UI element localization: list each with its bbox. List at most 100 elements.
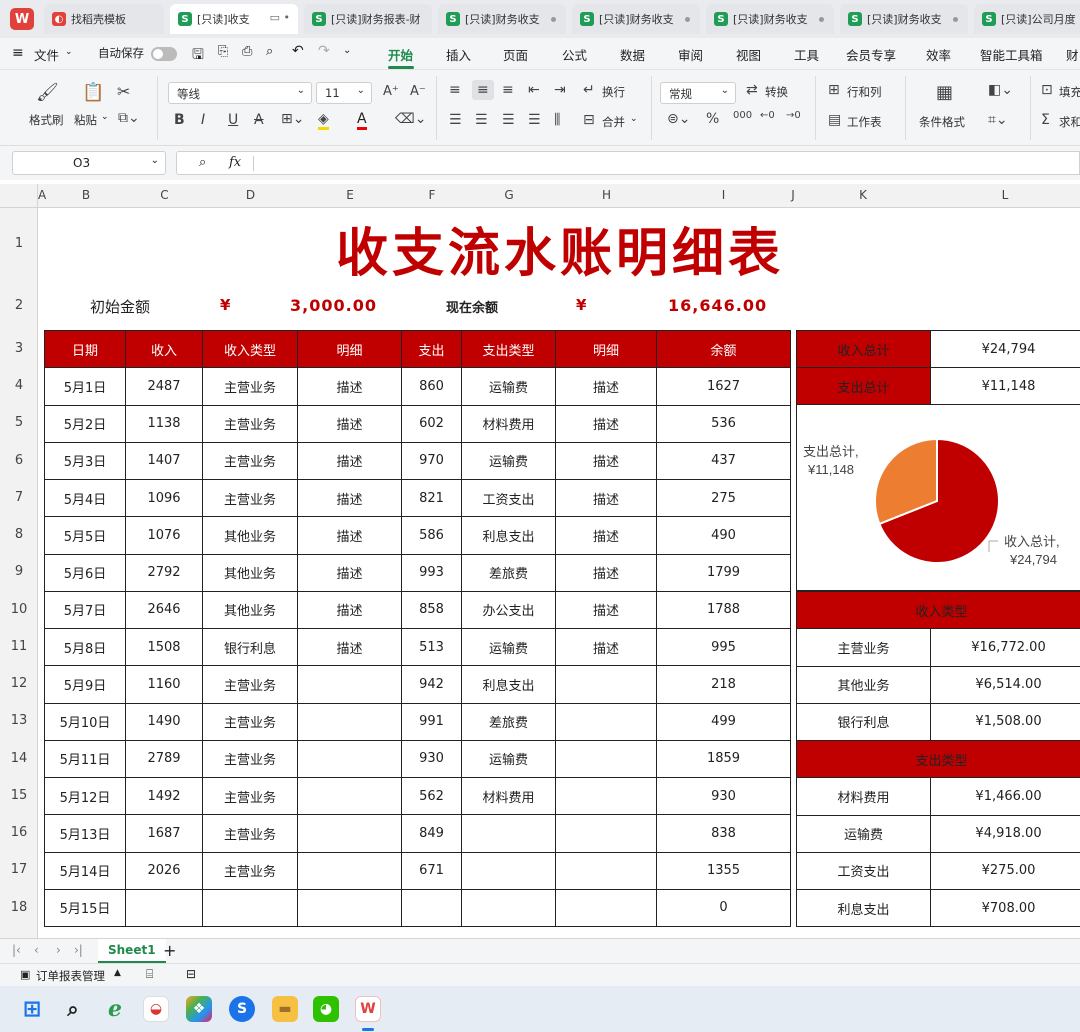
table-cell[interactable] [461, 888, 556, 928]
row-header[interactable]: 16 [0, 825, 38, 840]
autosave-toggle[interactable] [151, 47, 177, 61]
font-shrink-icon[interactable]: A⁻ [410, 84, 426, 99]
column-title[interactable]: 支出 [401, 329, 462, 369]
expense-type-amount[interactable]: ¥4,918.00 [929, 814, 1080, 853]
name-box[interactable]: O3 ⌄ [12, 151, 166, 175]
table-cell[interactable]: 5月4日 [44, 478, 126, 518]
table-cell[interactable]: 860 [401, 367, 462, 406]
table-cell[interactable]: 1508 [125, 627, 203, 667]
income-type-amount[interactable]: ¥6,514.00 [929, 665, 1080, 704]
underline-icon[interactable]: U [228, 112, 238, 128]
strikethrough-icon[interactable]: A [254, 112, 264, 128]
pie-chart-area[interactable]: 支出总计, ¥11,148 收入总计, ¥24,794 [796, 404, 1080, 591]
table-cell[interactable]: 材料费用 [461, 776, 556, 816]
table-cell[interactable]: 主营业务 [202, 404, 298, 443]
next-sheet-icon[interactable]: › [56, 943, 61, 957]
column-header[interactable]: I [657, 188, 790, 202]
print-preview-icon[interactable]: ⌕ [266, 44, 273, 59]
row-col-icon[interactable]: ⊞ [828, 82, 840, 98]
table-cell[interactable]: 描述 [297, 553, 402, 592]
table-cell[interactable]: 1407 [125, 441, 203, 481]
copy-icon[interactable]: ⧉⌄ [118, 110, 140, 126]
format-painter-icon[interactable]: 🖌 [36, 82, 59, 103]
table-cell[interactable]: 描述 [297, 478, 402, 518]
table-cell[interactable] [555, 888, 657, 928]
fill-color-icon[interactable]: ◈ [318, 111, 329, 130]
table-cell[interactable]: 其他业务 [202, 590, 298, 630]
table-cell[interactable] [555, 665, 657, 704]
table-cell[interactable]: 5月11日 [44, 739, 126, 779]
increase-decimal-icon[interactable]: ←0 [760, 110, 775, 121]
bold-icon[interactable]: B [174, 112, 185, 128]
column-title[interactable]: 支出类型 [461, 329, 556, 369]
table-cell[interactable]: 描述 [297, 441, 402, 481]
merge-icon[interactable]: ⊟ [583, 112, 595, 128]
indent-decrease-icon[interactable]: ⇤ [528, 82, 540, 98]
table-cell[interactable] [297, 814, 402, 853]
table-cell[interactable] [555, 739, 657, 779]
cell-border-icon[interactable]: ⌗⌄ [988, 112, 1008, 128]
column-header[interactable]: G [462, 188, 556, 202]
prev-sheet-icon[interactable]: ‹ [34, 943, 39, 957]
column-header[interactable]: A [38, 188, 46, 202]
table-cell[interactable] [297, 776, 402, 816]
table-cell[interactable]: 主营业务 [202, 776, 298, 816]
table-cell[interactable] [297, 739, 402, 779]
table-cell[interactable]: 437 [656, 441, 791, 481]
indent-increase-icon[interactable]: ⇥ [554, 82, 566, 98]
tab-sheet-3[interactable]: S [只读]财务收支 [438, 4, 566, 34]
table-cell[interactable]: 运输费 [461, 739, 556, 779]
table-cell[interactable]: 描述 [555, 516, 657, 555]
table-cell[interactable]: 930 [401, 739, 462, 779]
table-cell[interactable]: 主营业务 [202, 665, 298, 704]
table-cell[interactable]: 运输费 [461, 627, 556, 667]
table-cell[interactable]: 1138 [125, 404, 203, 443]
table-cell[interactable] [297, 665, 402, 704]
table-cell[interactable] [555, 814, 657, 853]
table-cell[interactable]: 930 [656, 776, 791, 816]
row-header[interactable]: 7 [0, 490, 38, 505]
column-title[interactable]: 收入类型 [202, 329, 298, 369]
menu-item-page[interactable]: 页面 [503, 45, 528, 64]
table-cell[interactable]: 其他业务 [202, 553, 298, 592]
table-cell[interactable]: 0 [656, 888, 791, 928]
row-header[interactable]: 9 [0, 564, 38, 579]
column-header[interactable]: C [126, 188, 203, 202]
table-cell[interactable]: 5月10日 [44, 702, 126, 741]
wps-logo-icon[interactable]: W [10, 8, 34, 30]
table-cell[interactable] [202, 888, 298, 928]
table-cell[interactable]: 1490 [125, 702, 203, 741]
menu-item-tools[interactable]: 工具 [794, 45, 819, 64]
table-cell[interactable]: 995 [656, 627, 791, 667]
table-cell[interactable]: 描述 [555, 590, 657, 630]
row-header[interactable]: 6 [0, 453, 38, 468]
format-painter-button[interactable]: 格式刷 [29, 112, 64, 128]
thousands-icon[interactable]: 000 [733, 110, 752, 121]
expense-total-value[interactable]: ¥11,148 [930, 367, 1080, 406]
wps-taskbar-icon[interactable]: W [355, 996, 381, 1022]
row-header[interactable]: 3 [0, 341, 38, 356]
income-type-header[interactable]: 收入类型 [795, 590, 1080, 630]
table-cell[interactable]: 2487 [125, 367, 203, 406]
table-cell[interactable] [401, 888, 462, 928]
row-header[interactable]: 14 [0, 751, 38, 766]
expense-type-name[interactable]: 利息支出 [796, 888, 931, 928]
table-cell[interactable]: 主营业务 [202, 478, 298, 518]
align-middle-icon[interactable]: ≡ [472, 80, 494, 100]
table-cell[interactable]: 970 [401, 441, 462, 481]
table-cell[interactable]: 材料费用 [461, 404, 556, 443]
tab-sheet-6[interactable]: S [只读]财务收支 [840, 4, 968, 34]
table-cell[interactable] [297, 851, 402, 890]
row-header[interactable]: 5 [0, 415, 38, 430]
save-icon[interactable]: 🖫 [192, 44, 204, 68]
table-cell[interactable]: 1076 [125, 516, 203, 555]
merge-button[interactable]: 合并 [602, 114, 625, 130]
number-format-select[interactable]: 常规 ⌄ [660, 82, 736, 104]
table-cell[interactable]: 描述 [555, 478, 657, 518]
column-title[interactable]: 余额 [656, 329, 791, 369]
wechat-icon[interactable]: ◕ [313, 996, 339, 1022]
decrease-decimal-icon[interactable]: →0 [786, 110, 801, 121]
income-total-value[interactable]: ¥24,794 [930, 329, 1080, 369]
income-total-label[interactable]: 收入总计 [796, 329, 931, 369]
table-cell[interactable] [555, 851, 657, 890]
